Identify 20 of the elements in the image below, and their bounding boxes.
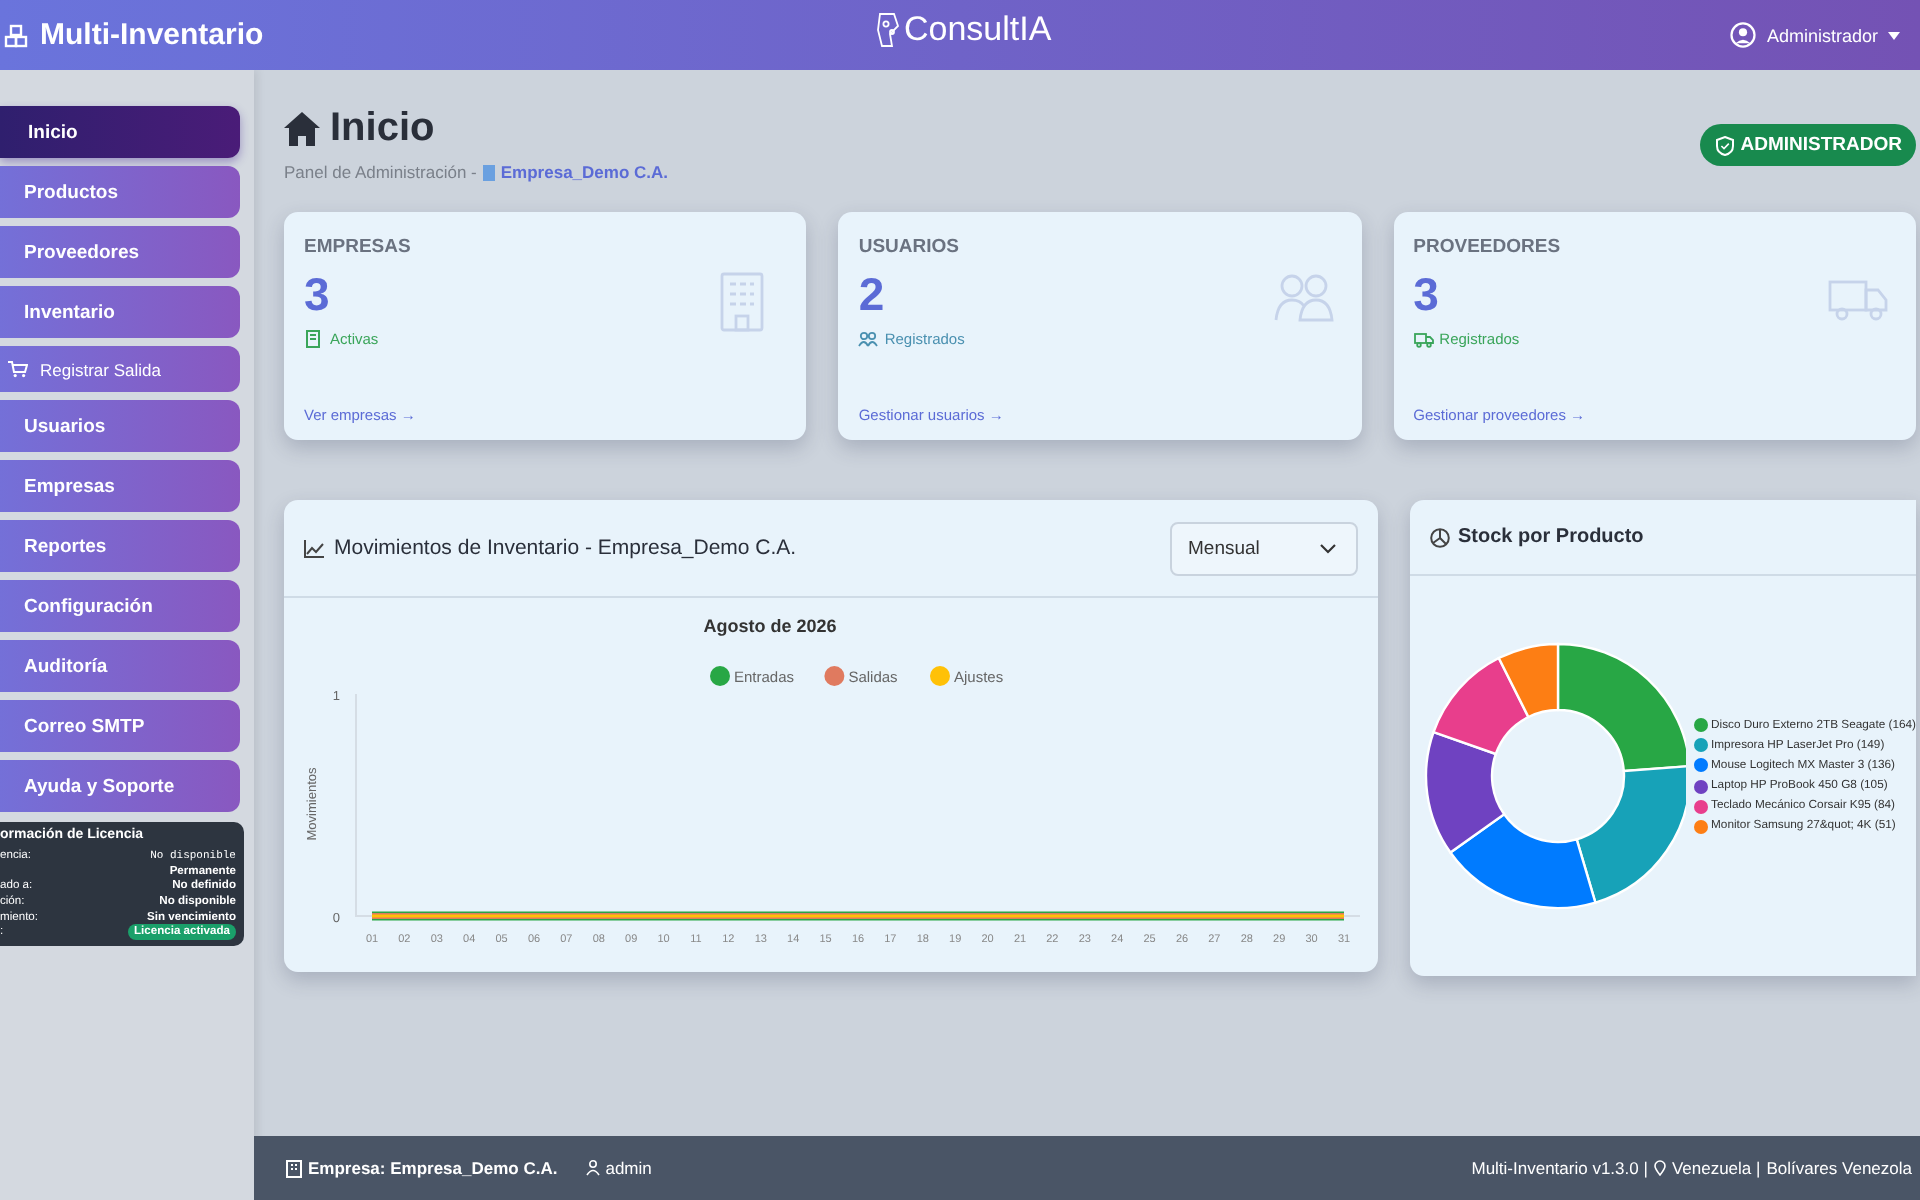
footer-user: admin — [605, 1158, 652, 1178]
breadcrumb-text: Panel de Administración - — [284, 162, 477, 182]
company-name: Empresa_Demo C.A. — [500, 162, 669, 182]
footer-version: Multi-Inventario v1.3.0 | — [1471, 1158, 1648, 1178]
role-badge: ADMINISTRADOR — [1700, 124, 1916, 166]
footer-country: Venezuela | — [1671, 1158, 1761, 1178]
card-title: Movimientos de Inventario - Empresa_Demo C.A. — [334, 536, 797, 560]
card-title: EMPRESAS — [304, 236, 413, 258]
footer-currency: Bolívares Venezola — [1766, 1158, 1912, 1178]
stat-value: 3 — [304, 268, 330, 322]
stat-value: 2 — [858, 268, 885, 322]
card-title: Stock por Producto — [1458, 526, 1644, 548]
card-title: USUARIOS — [858, 236, 961, 258]
chart-title: Agosto de 2026 — [703, 616, 837, 636]
brand-logo: ConsultIA — [874, 10, 1052, 50]
page-title: Inicio — [330, 106, 435, 152]
card-title: PROVEEDORES — [1413, 236, 1563, 258]
footer-company: Empresa: Empresa_Demo C.A. — [308, 1158, 558, 1178]
stat-value: 3 — [1413, 268, 1439, 322]
app-title: Multi-Inventario — [40, 18, 264, 52]
